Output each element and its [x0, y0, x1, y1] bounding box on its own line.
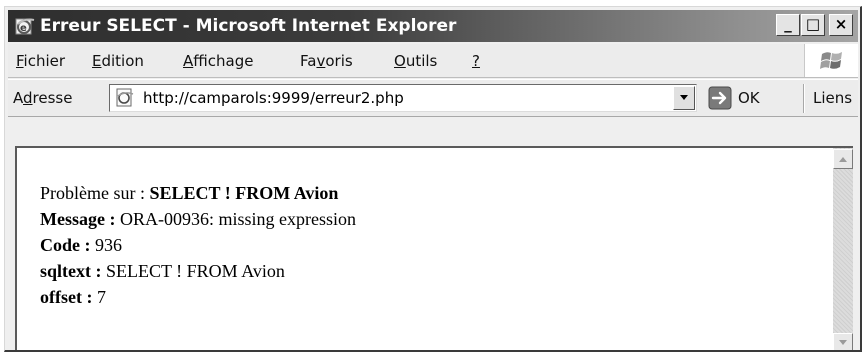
address-label: Adresse [13, 89, 72, 107]
menu-affichage-label: ffichage [193, 52, 254, 70]
code-line: Code : 936 [40, 232, 356, 258]
menu-outils[interactable]: Outils [394, 52, 437, 70]
ie-logo-icon: e [14, 15, 36, 37]
address-label-rest: resse [32, 89, 73, 107]
code-label: Code : [40, 235, 95, 255]
title-bar[interactable]: e Erreur SELECT - Microsoft Internet Exp… [8, 10, 858, 42]
menu-fichier-label: ichier [23, 52, 66, 70]
menu-favoris-label: oris [325, 52, 353, 70]
go-button[interactable]: OK [708, 85, 788, 111]
address-input[interactable]: http://camparols:9999/erreur2.php [109, 84, 697, 112]
address-label-pre: A [13, 89, 23, 107]
go-label: OK [738, 89, 760, 107]
maximize-button[interactable]: □ [801, 14, 825, 36]
probleme-value: SELECT ! FROM Avion [149, 183, 339, 203]
message-line: Message : ORA-00936: missing expression [40, 206, 356, 232]
offset-line: offset : 7 [40, 284, 356, 310]
offset-label: offset : [40, 287, 97, 307]
minimize-button[interactable]: _ [776, 14, 800, 36]
windows-flag-icon [819, 48, 845, 78]
probleme-line: Problème sur : SELECT ! FROM Avion [40, 180, 356, 206]
message-label: Message : [40, 209, 120, 229]
menu-favoris[interactable]: Favoris [300, 52, 353, 70]
menu-fichier-accel: F [16, 52, 24, 70]
arrow-right-icon [708, 86, 732, 110]
menu-bar: Fichier Edition Affichage Favoris Outils… [8, 44, 858, 78]
ie-page-icon [114, 88, 136, 108]
links-separator [803, 84, 805, 113]
close-icon: × [834, 15, 848, 33]
throbber [804, 44, 858, 77]
minimize-icon: _ [784, 15, 792, 33]
menu-favoris-pre: Fa [300, 52, 317, 70]
offset-value: 7 [96, 287, 106, 307]
probleme-label: Problème sur : [40, 183, 150, 203]
window-title: Erreur SELECT - Microsoft Internet Explo… [40, 16, 457, 36]
menu-outils-accel: O [394, 52, 406, 70]
close-button[interactable]: × [829, 14, 853, 36]
menu-edition-label: dition [101, 52, 144, 70]
page-content: Problème sur : SELECT ! FROM Avion Messa… [15, 146, 853, 350]
vertical-scrollbar[interactable] [833, 148, 853, 350]
address-bar: Adresse http://camparols:9999/erreur2.ph… [8, 79, 858, 117]
menu-help-accel: ? [472, 52, 480, 70]
sqltext-line: sqltext : SELECT ! FROM Avion [40, 258, 356, 284]
menu-affichage-accel: A [183, 52, 194, 70]
address-label-accel: d [23, 89, 33, 107]
code-value: 936 [95, 235, 122, 255]
address-url: http://camparols:9999/erreur2.php [143, 89, 404, 107]
menu-outils-label: utils [405, 52, 438, 70]
links-button[interactable]: Liens [813, 89, 852, 107]
error-report: Problème sur : SELECT ! FROM Avion Messa… [40, 180, 356, 310]
sqltext-value: SELECT ! FROM Avion [106, 261, 285, 281]
scroll-down-button[interactable] [833, 333, 853, 350]
menu-edition[interactable]: Edition [92, 52, 144, 70]
message-value: ORA-00936: missing expression [119, 209, 356, 229]
scroll-up-button[interactable] [833, 149, 853, 169]
menu-favoris-accel: v [316, 52, 326, 70]
browser-window: e Erreur SELECT - Microsoft Internet Exp… [4, 6, 862, 352]
svg-text:e: e [20, 23, 27, 34]
address-dropdown-button[interactable] [673, 86, 695, 110]
menu-fichier[interactable]: Fichier [16, 52, 65, 70]
sqltext-label: sqltext : [40, 261, 106, 281]
menu-affichage[interactable]: Affichage [183, 52, 253, 70]
maximize-icon: □ [805, 15, 821, 33]
menu-help[interactable]: ? [472, 52, 480, 70]
